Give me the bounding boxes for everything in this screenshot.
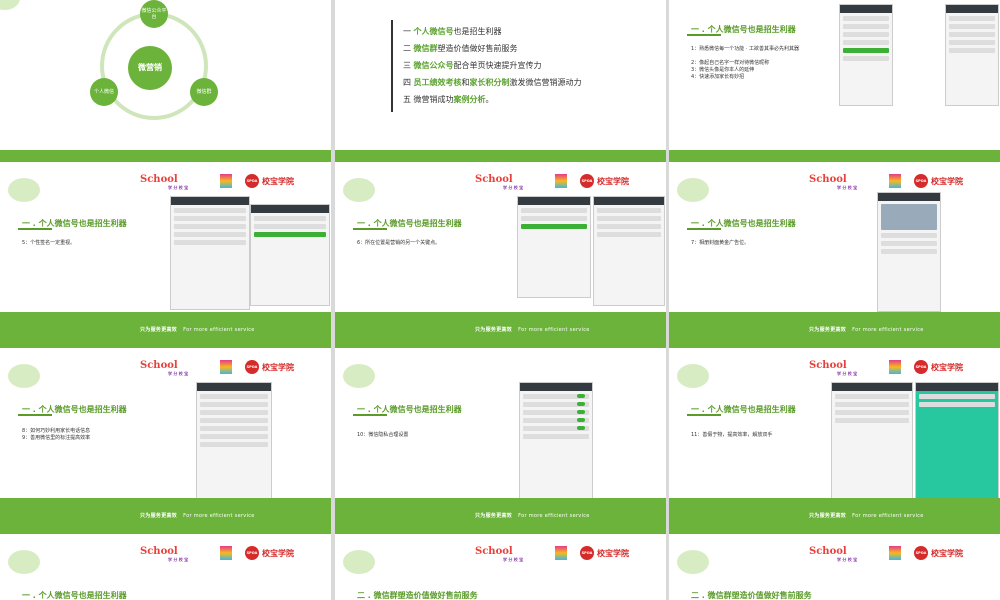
wechat-bubble-icon <box>343 550 375 574</box>
slide-1[interactable]: 微营销 微信公众平台 个人微信 微信群 只为服务更高效For more effi… <box>0 0 331 186</box>
divider-line <box>391 20 393 112</box>
wechat-bubble-icon <box>8 364 40 388</box>
phone-screenshot <box>877 192 941 312</box>
phone-screenshot <box>517 196 591 298</box>
slide-5[interactable]: School 学 分 校 宝 SPOA 校宝学院 一 . 个人微信号也是招生利器 6：… <box>335 162 666 348</box>
note-7: 7：相册封面黄金广告位。 <box>691 240 750 246</box>
note-10: 10：微信隐私合理设置 <box>357 432 409 438</box>
menu-item-5: 五 微营销成功案例分析。 <box>403 95 494 104</box>
note-11: 11：善假于物，提高效率，解放双手 <box>691 432 773 438</box>
menu-item-1: 一 个人微信号也是招生利器 <box>403 27 502 36</box>
phone-screenshot <box>593 196 665 306</box>
phone-screenshot <box>196 382 272 502</box>
slide-7[interactable]: School 学 分 校 宝 SPOA 校宝学院 一 . 个人微信号也是招生利器 8：… <box>0 348 331 534</box>
center-node: 微营销 <box>128 46 172 90</box>
phone-screenshot <box>250 204 330 306</box>
section-title: 一 . 个人微信号也是招生利器 <box>18 405 127 416</box>
section-title: 一 . 个人微信号也是招生利器 <box>353 405 462 416</box>
badge-icon <box>555 174 567 188</box>
slide-footer: 只为服务更高效For more efficient service <box>0 312 331 348</box>
slide-3[interactable]: 一 . 个人微信号也是招生利器 1：熟悉微信每一个功能 · 工欲善其事必先利其器… <box>669 0 1000 186</box>
section-title: 一 . 个人微信号也是招生利器 <box>18 219 127 230</box>
menu-item-4: 四 员工绩效考核和家长积分制激发微信营销源动力 <box>403 78 582 87</box>
slide-11-partial[interactable]: School 学 分 校 宝 SPOA 校宝学院 二 . 微信群塑造价值做好售前服务 <box>335 534 666 600</box>
wechat-bubble-icon <box>677 550 709 574</box>
logo-bar: School 学 分 校 宝 SPOA 校宝学院 <box>475 174 629 190</box>
slide-footer: 只为服务更高效For more efficient service <box>669 312 1000 348</box>
phone-screenshot <box>170 196 250 310</box>
phone-screenshot <box>839 4 893 106</box>
badge-icon <box>889 360 901 374</box>
top-node: 微信公众平台 <box>140 0 168 28</box>
badge-icon <box>220 360 232 374</box>
wechat-bubble-icon <box>343 178 375 202</box>
left-node: 个人微信 <box>90 78 118 106</box>
wechat-bubble-icon <box>343 364 375 388</box>
logo-bar: School 学 分 校 宝 SPOA 校宝学院 <box>140 174 294 190</box>
badge-icon <box>220 174 232 188</box>
slide-footer: 只为服务更高效For more efficient service <box>335 312 666 348</box>
slide-2[interactable]: 一 个人微信号也是招生利器 二 微信群塑造价值做好售前服务 三 微信公众号配合单… <box>335 0 666 186</box>
section-title: 一 . 个人微信号也是招生利器 <box>353 219 462 230</box>
wechat-bubble-icon <box>677 178 709 202</box>
right-node: 微信群 <box>190 78 218 106</box>
section-title: 一 . 个人微信号也是招生利器 <box>687 219 796 230</box>
badge-icon <box>889 174 901 188</box>
phone-screenshot <box>519 382 593 502</box>
logo-bar: School 学 分 校 宝 SPOA 校宝学院 <box>809 174 963 190</box>
wechat-bubble-icon <box>8 550 40 574</box>
logo-bar: School 学 分 校 宝 SPOA 校宝学院 <box>475 546 629 562</box>
phone-screenshot <box>945 4 999 106</box>
slide-footer: 只为服务更高效For more efficient service <box>669 498 1000 534</box>
slide-12-partial[interactable]: School 学 分 校 宝 SPOA 校宝学院 二 . 微信群塑造价值做好售前服务 <box>669 534 1000 600</box>
wechat-bubble-icon <box>8 178 40 202</box>
slide-9[interactable]: School 学 分 校 宝 SPOA 校宝学院 一 . 个人微信号也是招生利器 11… <box>669 348 1000 534</box>
section-title: 二 . 微信群塑造价值做好售前服务 <box>357 591 478 600</box>
logo-bar: School 学 分 校 宝 SPOA 校宝学院 <box>140 546 294 562</box>
note-3: 3：微信头像是你本人的延伸 <box>691 67 755 73</box>
logo-bar: School 学 分 校 宝 SPOA 校宝学院 <box>140 360 294 376</box>
badge-icon <box>220 546 232 560</box>
wechat-bubble-icon <box>0 0 20 10</box>
slide-8[interactable]: 一 . 个人微信号也是招生利器 10：微信隐私合理设置 只为服务更高效 For m… <box>335 348 666 534</box>
note-1: 1：熟悉微信每一个功能 · 工欲善其事必先利其器 <box>691 46 799 52</box>
wechat-bubble-icon <box>677 364 709 388</box>
slide-grid: 微营销 微信公众平台 个人微信 微信群 只为服务更高效For more effi… <box>0 0 1000 600</box>
badge-icon <box>889 546 901 560</box>
section-title: 二 . 微信群塑造价值做好售前服务 <box>691 591 812 600</box>
note-4: 4：快速添加家长有妙招 <box>691 74 745 80</box>
logo-bar: School 学 分 校 宝 SPOA 校宝学院 <box>809 360 963 376</box>
logo-bar: School 学 分 校 宝 SPOA 校宝学院 <box>809 546 963 562</box>
note-6: 6：所在位置是营销的另一个关键点。 <box>357 240 441 246</box>
note-8: 8：如何巧妙利用家长电话信息 <box>22 428 91 434</box>
slide-6[interactable]: School 学 分 校 宝 SPOA 校宝学院 一 . 个人微信号也是招生利器 7：… <box>669 162 1000 348</box>
section-title: 一 . 个人微信号也是招生利器 <box>687 25 796 36</box>
badge-icon <box>555 546 567 560</box>
slide-10-partial[interactable]: School 学 分 校 宝 SPOA 校宝学院 一 . 个人微信号也是招生利器 <box>0 534 331 600</box>
menu-item-2: 二 微信群塑造价值做好售前服务 <box>403 44 518 53</box>
menu-item-3: 三 微信公众号配合单页快速提升宣传力 <box>403 61 542 70</box>
slide-footer: 只为服务更高效For more efficient service <box>335 498 666 534</box>
note-5: 5：个性签名一定重视。 <box>22 240 76 246</box>
slide-footer: 只为服务更高效For more efficient service <box>0 498 331 534</box>
section-title: 一 . 个人微信号也是招生利器 <box>22 591 127 600</box>
slide-4[interactable]: School 学 分 校 宝 SPOA 校宝学院 一 . 个人微信号也是招生利器 5：… <box>0 162 331 348</box>
section-title: 一 . 个人微信号也是招生利器 <box>687 405 796 416</box>
note-9: 9：善用微信里的标注提高效率 <box>22 435 91 441</box>
note-2: 2：像起自己名字一样对待微信昵称 <box>691 60 770 66</box>
